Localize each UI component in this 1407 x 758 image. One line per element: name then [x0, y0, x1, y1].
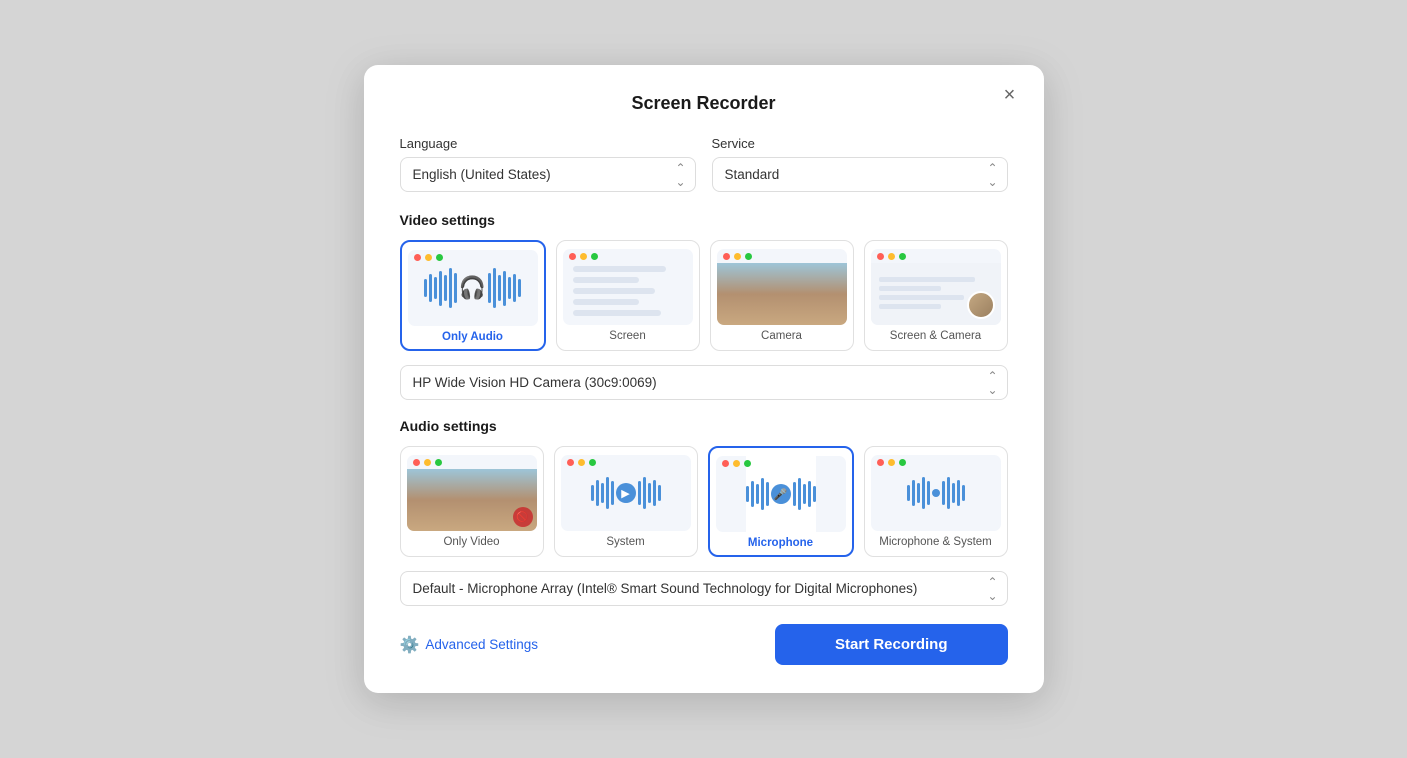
advanced-settings-button[interactable]: ⚙️ Advanced Settings	[400, 635, 539, 655]
top-settings-row: Language English (United States) Spanish…	[400, 136, 1008, 192]
video-settings-label: Video settings	[400, 212, 1008, 228]
service-label: Service	[712, 136, 1008, 151]
mute-badge: 🚫	[513, 507, 533, 527]
sc-avatar	[967, 291, 995, 319]
start-recording-button[interactable]: Start Recording	[775, 624, 1008, 665]
audio-option-mic-system[interactable]: Microphone & System	[864, 446, 1008, 557]
language-select[interactable]: English (United States) Spanish French	[400, 157, 696, 192]
screen-label: Screen	[563, 330, 693, 342]
screen-camera-label: Screen & Camera	[871, 330, 1001, 342]
only-audio-label: Only Audio	[408, 331, 538, 343]
mic-system-dot-icon	[932, 489, 940, 497]
mic-waveform: 🎤	[746, 456, 816, 532]
modal-backdrop: × Screen Recorder Language English (Unit…	[0, 0, 1407, 758]
camera-person	[717, 263, 847, 325]
close-button[interactable]: ×	[996, 81, 1024, 109]
mic-device-wrapper: Default - Microphone Array (Intel® Smart…	[400, 571, 1008, 606]
audio-option-only-video[interactable]: 🚫 Only Video	[400, 446, 544, 557]
audio-waveform: 🎧	[420, 250, 525, 326]
video-option-only-audio[interactable]: 🎧 Only Audio	[400, 240, 546, 351]
video-option-screen-camera[interactable]: Screen & Camera	[864, 240, 1008, 351]
win-dots-audio	[408, 250, 449, 261]
screen-preview	[563, 249, 693, 325]
only-video-preview: 🚫	[407, 455, 537, 531]
microphone-preview: 🎤	[716, 456, 846, 532]
mic-system-label: Microphone & System	[871, 536, 1001, 548]
win-dots-camera	[717, 249, 758, 260]
language-select-wrapper: English (United States) Spanish French ⌃…	[400, 157, 696, 192]
win-dots-sc	[871, 249, 912, 260]
camera-device-select[interactable]: HP Wide Vision HD Camera (30c9:0069)	[400, 365, 1008, 400]
system-waveform: ▶	[587, 455, 665, 531]
only-video-person: 🚫	[407, 469, 537, 531]
video-option-camera[interactable]: Camera	[710, 240, 854, 351]
camera-preview	[717, 249, 847, 325]
win-dots-sys	[561, 455, 602, 466]
audio-option-microphone[interactable]: 🎤 Microphone	[708, 446, 854, 557]
language-label: Language	[400, 136, 696, 151]
screen-camera-preview	[871, 249, 1001, 325]
mic-system-waveform	[907, 455, 965, 531]
headphone-icon: 🎧	[459, 275, 486, 301]
only-video-label: Only Video	[407, 536, 537, 548]
system-label: System	[561, 536, 691, 548]
gear-icon: ⚙️	[400, 635, 420, 655]
microphone-label: Microphone	[716, 537, 846, 549]
mic-device-select[interactable]: Default - Microphone Array (Intel® Smart…	[400, 571, 1008, 606]
win-dots-screen	[563, 249, 604, 260]
service-select-wrapper: Standard Premium ⌃⌄	[712, 157, 1008, 192]
play-icon: ▶	[616, 483, 636, 503]
audio-settings-label: Audio settings	[400, 418, 1008, 434]
only-audio-preview: 🎧	[408, 250, 538, 326]
audio-options-row: 🚫 Only Video	[400, 446, 1008, 557]
service-select[interactable]: Standard Premium	[712, 157, 1008, 192]
video-option-screen[interactable]: Screen	[556, 240, 700, 351]
service-group: Service Standard Premium ⌃⌄	[712, 136, 1008, 192]
sc-preview	[871, 263, 1001, 325]
system-preview: ▶	[561, 455, 691, 531]
camera-label: Camera	[717, 330, 847, 342]
modal-title: Screen Recorder	[400, 93, 1008, 114]
video-options-row: 🎧 Only Audio	[400, 240, 1008, 351]
win-dots-ov	[407, 455, 448, 466]
modal-footer: ⚙️ Advanced Settings Start Recording	[400, 624, 1008, 665]
language-group: Language English (United States) Spanish…	[400, 136, 696, 192]
mic-system-preview	[871, 455, 1001, 531]
win-dots-ms	[871, 455, 912, 466]
screen-lines	[563, 249, 693, 325]
win-dots-mic	[716, 456, 757, 467]
audio-option-system[interactable]: ▶ System	[554, 446, 698, 557]
camera-device-wrapper: HP Wide Vision HD Camera (30c9:0069) ⌃⌄	[400, 365, 1008, 400]
screen-recorder-modal: × Screen Recorder Language English (Unit…	[364, 65, 1044, 693]
mic-icon: 🎤	[771, 484, 791, 504]
